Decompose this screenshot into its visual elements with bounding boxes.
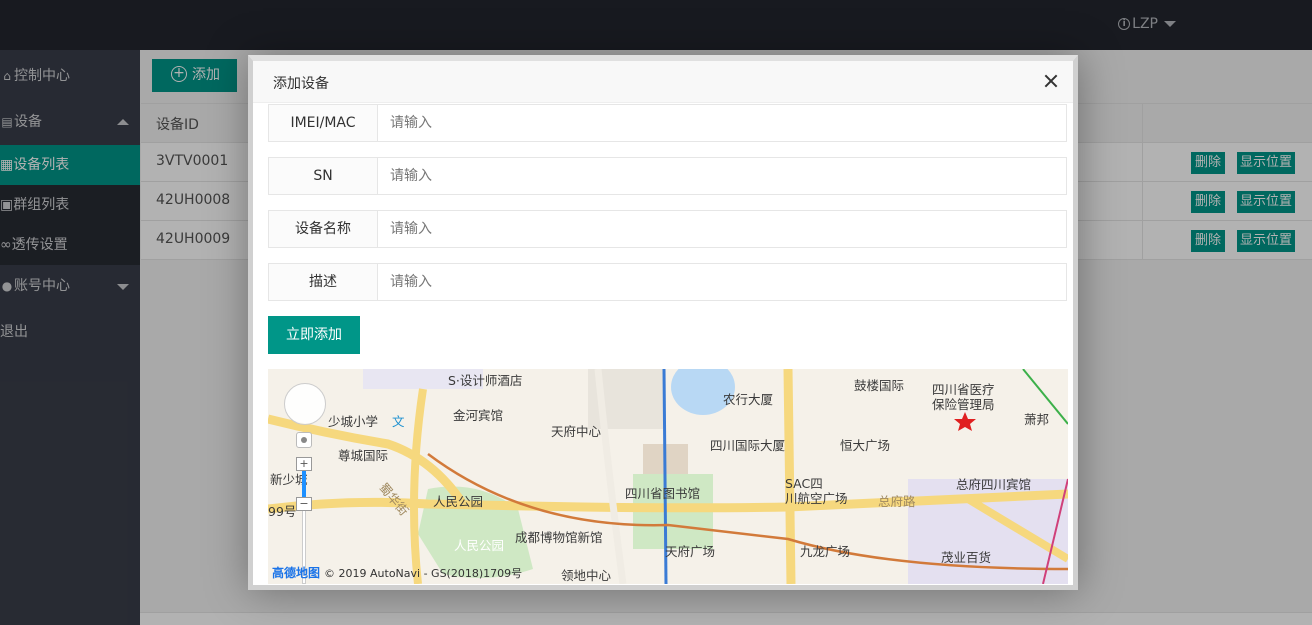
- map-label: 文: [392, 414, 405, 429]
- description-field-row: 描述: [268, 263, 1067, 301]
- map-label: 天府广场: [665, 544, 716, 559]
- submit-add-button[interactable]: 立即添加: [268, 316, 360, 354]
- imei-mac-input[interactable]: [379, 105, 1065, 141]
- imei-mac-label: IMEI/MAC: [269, 105, 378, 141]
- dialog-title: 添加设备: [273, 76, 329, 92]
- close-icon[interactable]: [1043, 73, 1059, 89]
- add-device-dialog: 添加设备 IMEI/MAC SN 设备名称 描述 立即添加: [248, 55, 1078, 590]
- map-label: 总府路: [878, 494, 916, 509]
- zoom-in-button[interactable]: +: [296, 457, 312, 471]
- map-label: 天府中心: [551, 424, 602, 439]
- map-label: 成都博物馆新馆: [515, 530, 603, 545]
- imei-mac-field-row: IMEI/MAC: [268, 104, 1067, 142]
- zoom-out-button[interactable]: −: [296, 497, 312, 511]
- device-name-label: 设备名称: [269, 211, 378, 247]
- map-label: 领地中心: [561, 568, 612, 583]
- map-label: 九龙广场: [800, 544, 851, 559]
- map-label: 四川省图书馆: [625, 486, 701, 501]
- sn-label: SN: [269, 158, 378, 194]
- location-map[interactable]: S·设计师酒店 金河宾馆 少城小学 文 天府中心 农行大厦 鼓楼国际 四川省医疗…: [268, 369, 1068, 584]
- amap-logo: 高德地图: [272, 566, 321, 580]
- map-label: 农行大厦: [723, 392, 774, 407]
- map-label: 川航空广场: [785, 491, 848, 506]
- dialog-header: 添加设备: [253, 61, 1073, 103]
- locate-icon[interactable]: [296, 432, 312, 448]
- map-label: 保险管理局: [932, 397, 995, 412]
- map-label: 总府四川宾馆: [956, 477, 1032, 492]
- sn-field-row: SN: [268, 157, 1067, 195]
- map-attribution: 高德地图 © 2019 AutoNavi - GS(2018)1709号: [272, 564, 522, 581]
- map-label: 尊城国际: [338, 448, 389, 463]
- map-label: 少城小学: [328, 414, 379, 429]
- zoom-level-fill: [302, 471, 306, 497]
- map-label: 恒大广场: [840, 438, 891, 453]
- map-label: 茂业百货: [941, 550, 992, 565]
- map-pan-control[interactable]: [284, 383, 326, 425]
- sn-input[interactable]: [379, 158, 1065, 194]
- map-label: 鼓楼国际: [854, 378, 905, 393]
- map-copyright: © 2019 AutoNavi - GS(2018)1709号: [324, 567, 523, 580]
- map-label: S·设计师酒店: [448, 373, 523, 388]
- map-label: 萧邦: [1024, 412, 1050, 427]
- map-label: 金河宾馆: [453, 408, 504, 423]
- description-input[interactable]: [379, 264, 1065, 300]
- map-label: 四川国际大厦: [710, 438, 786, 453]
- device-name-field-row: 设备名称: [268, 210, 1067, 248]
- map-label: 99号: [268, 504, 297, 519]
- device-name-input[interactable]: [379, 211, 1065, 247]
- map-label: 人民公园: [454, 538, 505, 553]
- map-label: 人民公园: [433, 494, 484, 509]
- description-label: 描述: [269, 264, 378, 300]
